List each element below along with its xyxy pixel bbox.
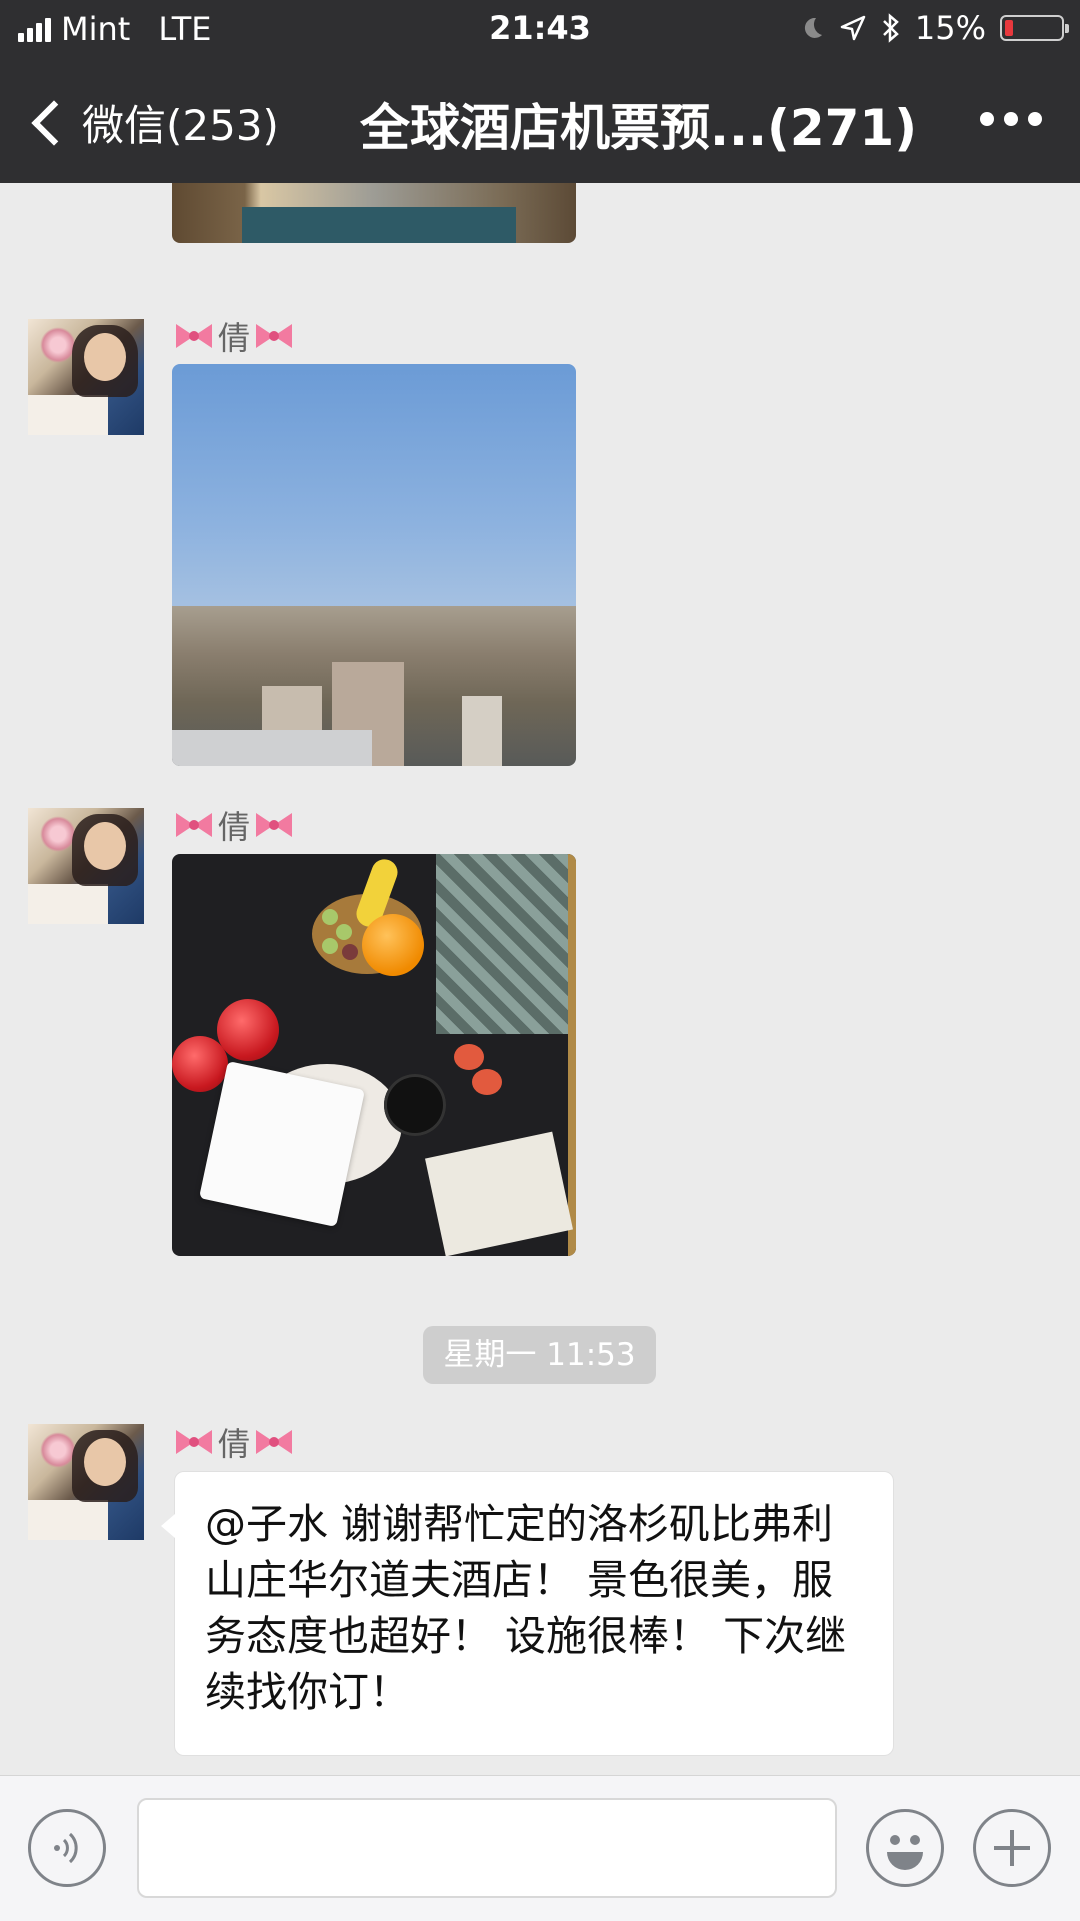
sender-label: 倩	[218, 1425, 251, 1463]
back-label: 微信(253)	[82, 101, 279, 150]
plus-icon	[994, 1830, 1030, 1866]
emoji-button[interactable]	[866, 1809, 944, 1887]
pink-bow-icon	[256, 324, 293, 348]
message-bubble[interactable]: @子水 谢谢帮忙定的洛杉矶比弗利山庄华尔道夫酒店！ 景色很美，服务态度也超好！ …	[161, 1471, 894, 1756]
pink-bow-icon	[256, 1430, 293, 1454]
battery-icon	[1000, 15, 1069, 41]
chat-area[interactable]: 倩 倩 星期一 11:53 倩 @子水 谢谢帮忙定的洛杉矶比弗利山庄华尔道夫酒店…	[0, 183, 1080, 1775]
city-view-photo[interactable]	[172, 364, 576, 766]
back-button[interactable]: 微信(253)	[24, 92, 279, 153]
more-dots-icon[interactable]	[980, 112, 1042, 126]
fruit-tray-photo[interactable]	[172, 854, 576, 1256]
pink-bow-icon	[176, 324, 212, 348]
sender-name: 倩	[172, 313, 296, 359]
voice-button[interactable]	[28, 1809, 106, 1887]
sender-label: 倩	[218, 808, 251, 846]
hotel-room-photo[interactable]	[172, 183, 576, 243]
location-arrow-icon	[840, 15, 866, 41]
sender-label: 倩	[218, 319, 251, 357]
battery-level	[1005, 20, 1013, 36]
pink-bow-icon	[176, 813, 212, 837]
chevron-left-icon	[31, 99, 77, 146]
moon-icon	[804, 17, 822, 38]
input-bar	[0, 1775, 1080, 1921]
pink-bow-icon	[256, 813, 293, 837]
avatar[interactable]	[28, 808, 144, 924]
timestamp-badge: 星期一 11:53	[423, 1326, 656, 1384]
sender-name: 倩	[172, 802, 296, 848]
nav-bar: 微信(253) 全球酒店机票预...(271)	[0, 60, 1080, 183]
bluetooth-icon	[882, 13, 899, 43]
sender-name: 倩	[172, 1419, 296, 1465]
status-bar: Mint LTE 21:43 15%	[0, 0, 1080, 60]
voice-icon	[54, 1832, 78, 1864]
avatar[interactable]	[28, 319, 144, 435]
battery-percent: 15%	[914, 9, 986, 47]
avatar[interactable]	[28, 1424, 144, 1540]
chat-title: 全球酒店机票预...(271)	[360, 99, 918, 157]
plus-button[interactable]	[973, 1809, 1051, 1887]
message-input[interactable]	[137, 1798, 837, 1898]
emoji-icon	[887, 1835, 923, 1870]
pink-bow-icon	[176, 1430, 212, 1454]
status-right: 15%	[799, 9, 1069, 47]
